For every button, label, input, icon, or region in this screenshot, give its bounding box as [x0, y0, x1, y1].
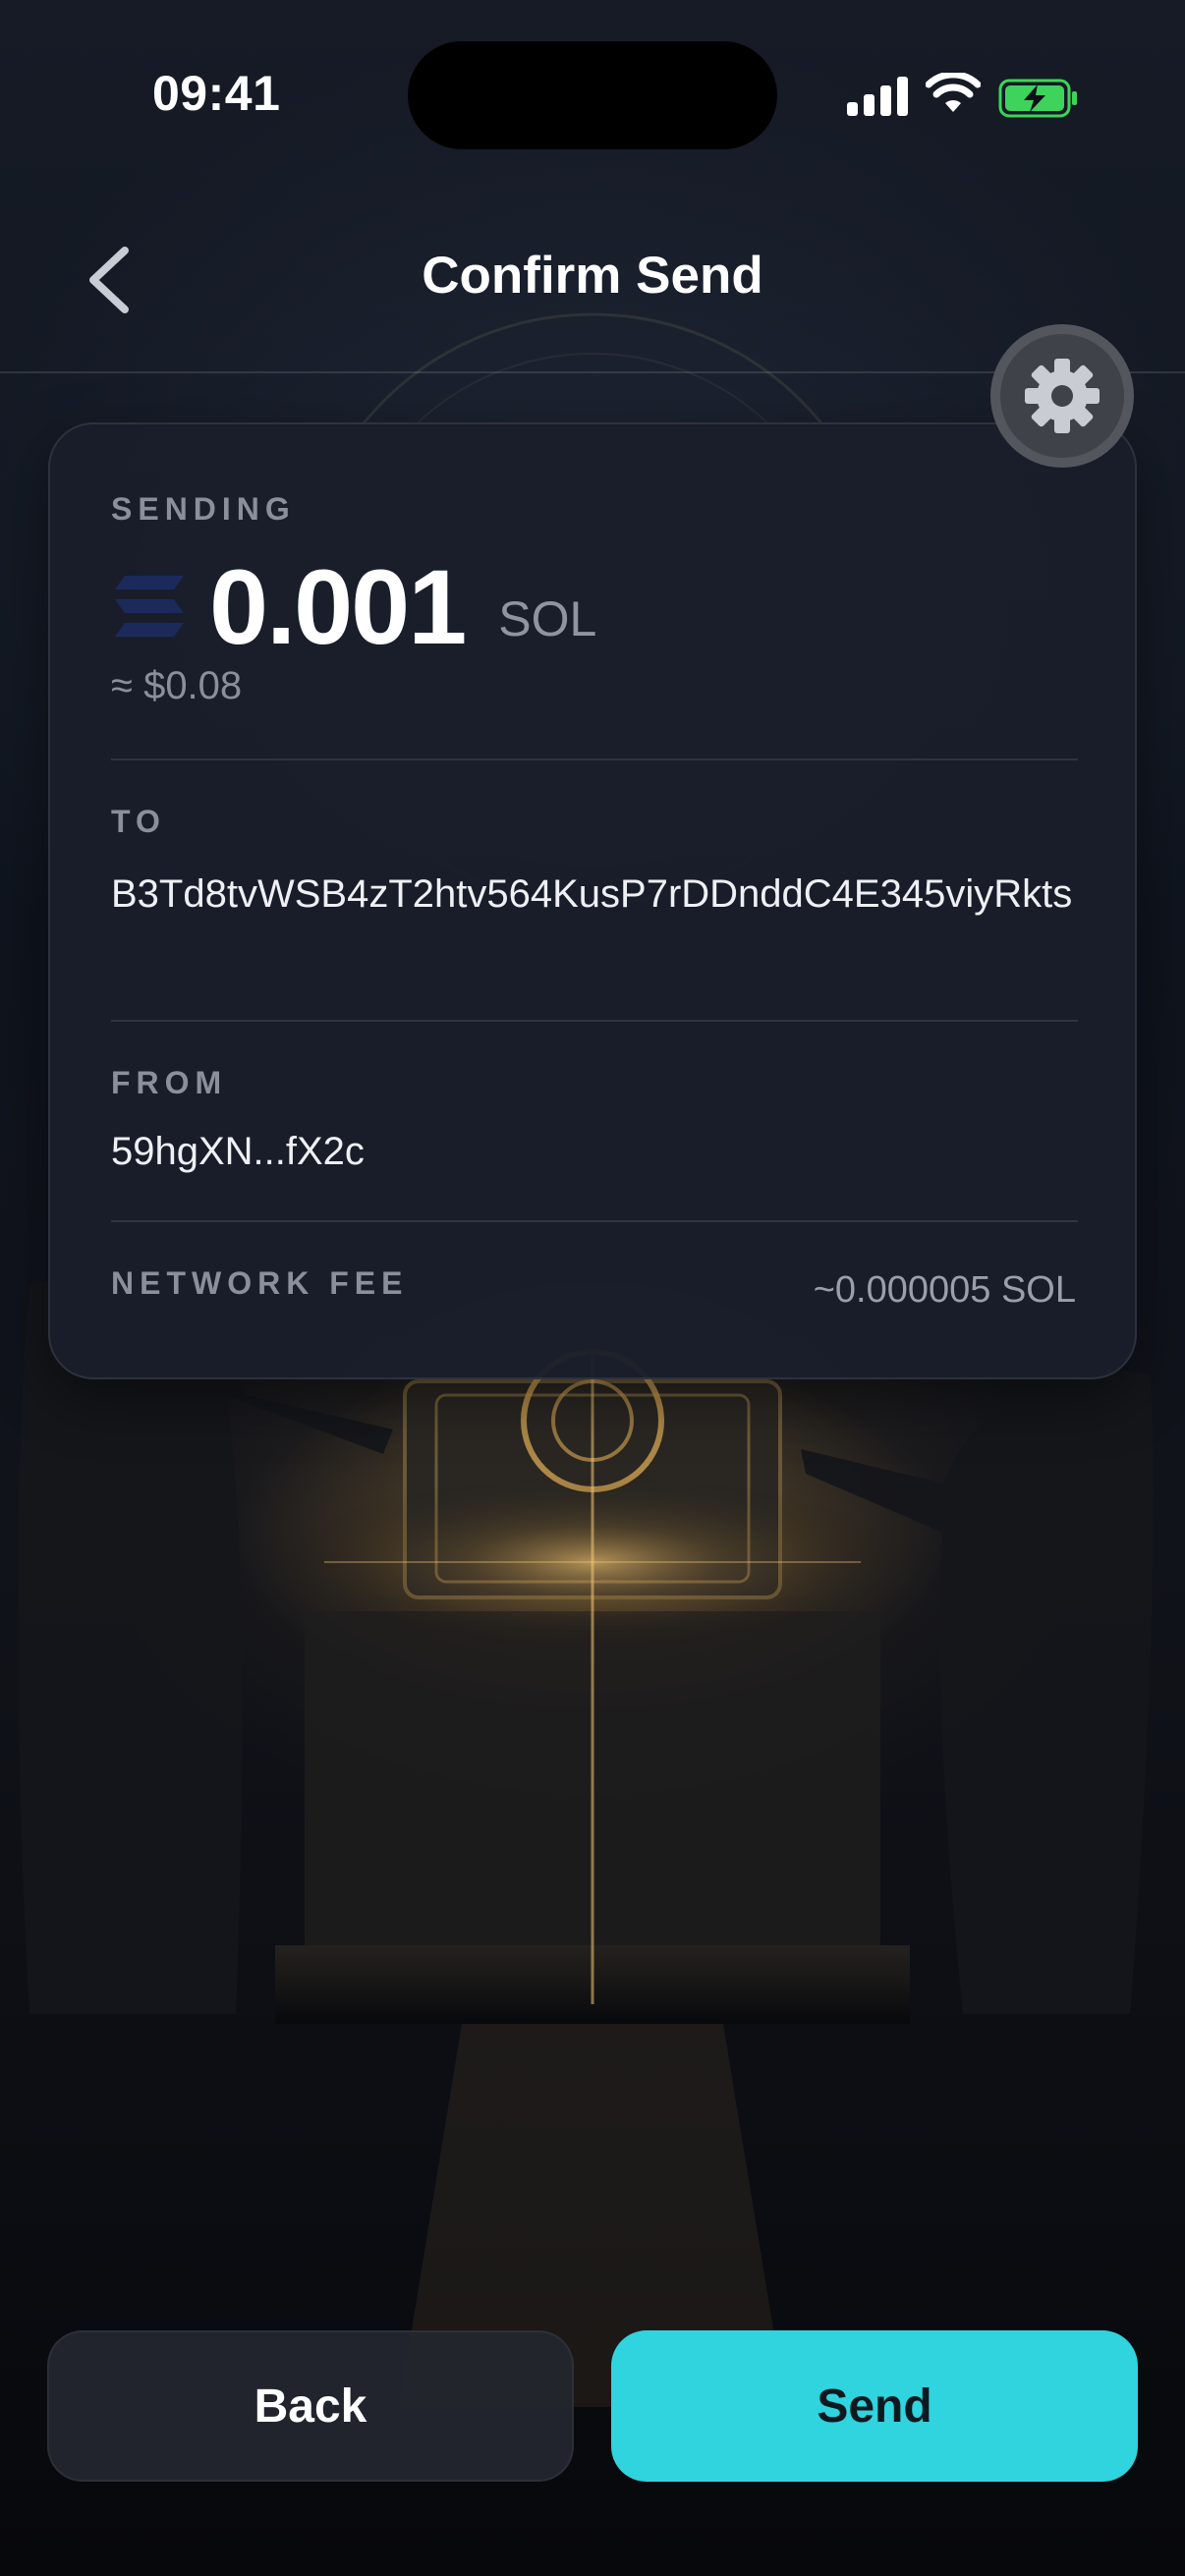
divider: [111, 1020, 1078, 1022]
page-title: Confirm Send: [422, 247, 763, 305]
from-label: FROM: [111, 1065, 228, 1100]
confirm-send-screen: 09:41 Confirm Send SENDING 0.001 SOL ≈ $…: [0, 0, 1185, 2576]
signal-icon: [847, 77, 908, 116]
status-bar: 09:41: [0, 0, 1185, 196]
divider: [111, 1220, 1078, 1222]
amount-row: 0.001 SOL: [111, 547, 597, 666]
network-fee-label: NETWORK FEE: [111, 1265, 409, 1301]
to-label: TO: [111, 804, 166, 839]
dynamic-island: [408, 41, 777, 149]
solana-icon: [115, 576, 184, 637]
status-time: 09:41: [152, 66, 281, 121]
sending-label: SENDING: [111, 491, 296, 527]
fiat-value: ≈ $0.08: [111, 664, 243, 707]
battery-charging-icon: [998, 79, 1077, 118]
sender-address: 59hgXN...fX2c: [111, 1130, 365, 1173]
recipient-address: B3Td8tvWSB4zT2htv564KusP7rDDnddC4E345viy…: [111, 872, 1073, 916]
amount-value: 0.001: [209, 546, 467, 666]
wifi-icon: [926, 73, 981, 112]
gear-icon: [1025, 359, 1100, 433]
divider: [111, 758, 1078, 760]
transaction-summary-card: SENDING 0.001 SOL ≈ $0.08 TO B3Td8tvWSB4…: [48, 422, 1137, 1379]
back-button[interactable]: Back: [47, 2330, 574, 2482]
amount-unit: SOL: [498, 591, 597, 646]
settings-button[interactable]: [990, 324, 1134, 468]
send-button[interactable]: Send: [611, 2330, 1138, 2482]
network-fee-value: ~0.000005 SOL: [813, 1269, 1076, 1311]
